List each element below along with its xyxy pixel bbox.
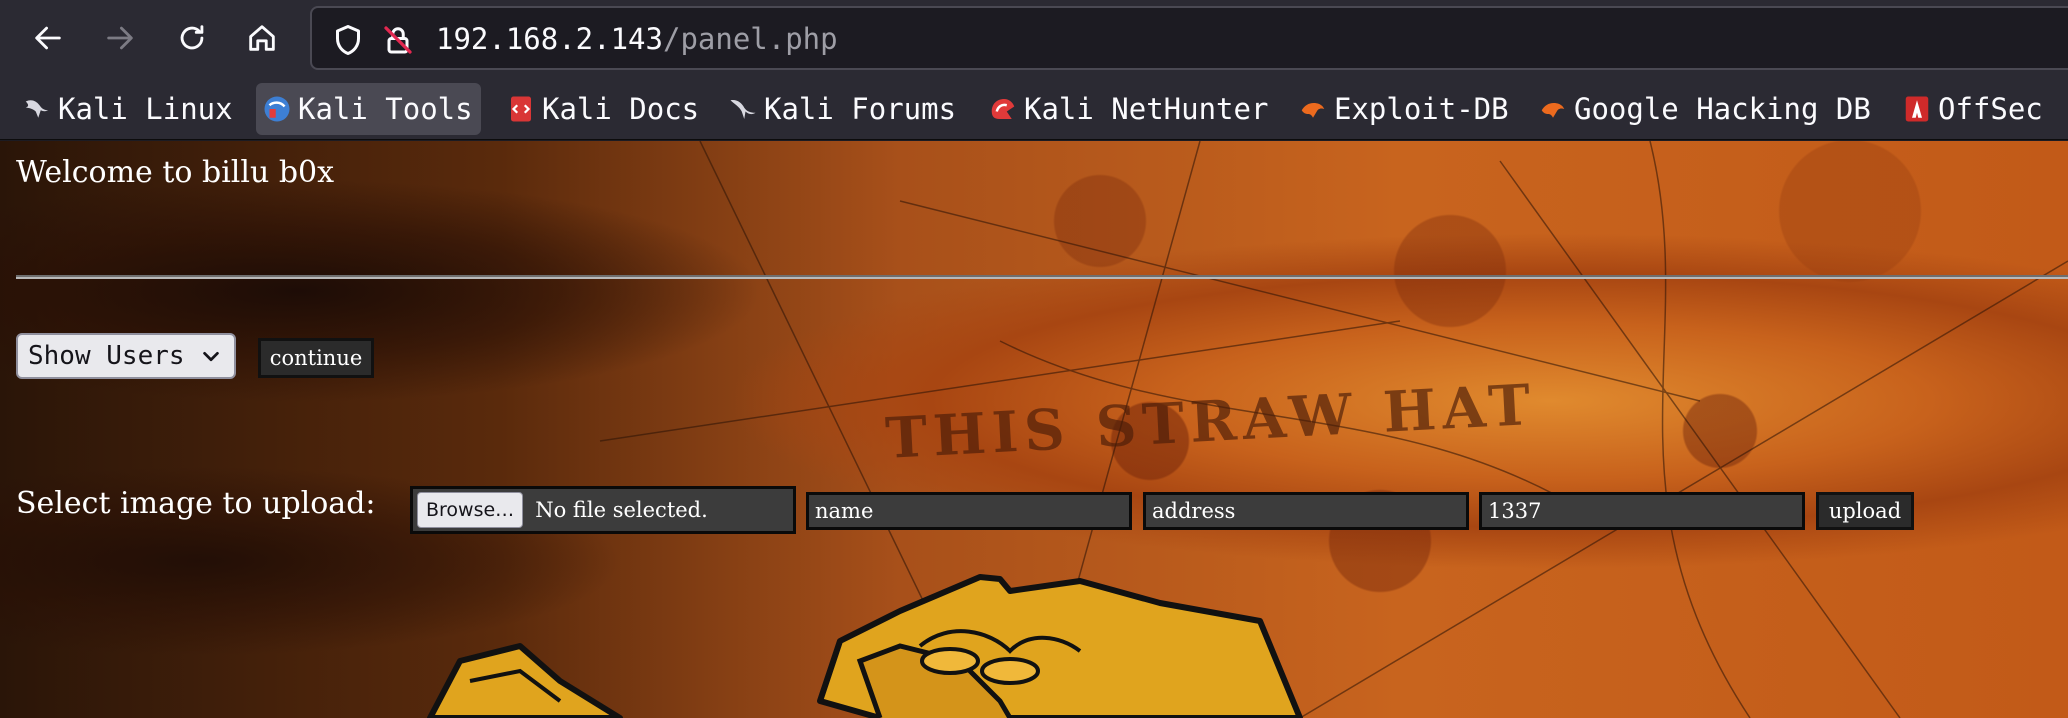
bookmark-kali-nethunter[interactable]: Kali NetHunter	[982, 83, 1276, 135]
background-artwork: THIS STRAW HAT	[427, 141, 2068, 718]
welcome-heading: Welcome to billu b0x	[16, 155, 335, 190]
url-host: 192.168.2.143	[436, 22, 663, 56]
file-input[interactable]: Browse… No file selected.	[410, 486, 796, 534]
exploit-db-icon	[1298, 94, 1328, 124]
offsec-icon	[1902, 94, 1932, 124]
name-field[interactable]	[806, 492, 1132, 530]
kali-dragon-icon	[22, 94, 52, 124]
browse-button[interactable]: Browse…	[417, 492, 524, 528]
reload-button[interactable]	[168, 14, 216, 62]
kali-tools-icon	[262, 94, 292, 124]
bookmark-kali-linux[interactable]: Kali Linux	[16, 83, 241, 135]
bookmark-label: Kali Docs	[542, 92, 700, 126]
shield-icon[interactable]	[330, 22, 366, 58]
forward-button[interactable]	[96, 14, 144, 62]
bookmark-label: Google Hacking DB	[1574, 92, 1871, 126]
home-button[interactable]	[238, 14, 286, 62]
address-field[interactable]	[1143, 492, 1469, 530]
url-path: /panel.php	[662, 22, 838, 56]
bookmark-label: Kali NetHunter	[1024, 92, 1269, 126]
bookmark-kali-tools[interactable]: Kali Tools	[256, 83, 481, 135]
back-button[interactable]	[24, 14, 72, 62]
browser-toolbar: 192.168.2.143/panel.php	[0, 0, 2068, 78]
bookmark-kali-docs[interactable]: Kali Docs	[500, 83, 707, 135]
bookmarks-toolbar: Kali Linux Kali Tools Kali Docs Kali For…	[0, 78, 2068, 140]
horizontal-rule	[16, 275, 2068, 279]
page-content: THIS STRAW HAT Welcome to billu b0x Show…	[0, 141, 2068, 718]
forward-arrow-icon	[107, 26, 133, 50]
bookmark-label: Exploit-DB	[1334, 92, 1509, 126]
bookmark-offsec[interactable]: OffSec	[1896, 83, 2051, 135]
bookmark-kali-forums[interactable]: Kali Forums	[722, 83, 964, 135]
bookmark-label: OffSec	[1938, 92, 2043, 126]
bookmark-label: Kali Linux	[58, 92, 233, 126]
google-hacking-db-icon	[1538, 94, 1568, 124]
kali-docs-icon	[506, 94, 536, 124]
bookmark-google-hacking-db[interactable]: Google Hacking DB	[1532, 83, 1879, 135]
upload-label: Select image to upload:	[16, 486, 376, 521]
chevron-down-icon	[203, 351, 219, 362]
home-icon	[249, 25, 275, 51]
bookmark-label: Kali Forums	[764, 92, 957, 126]
url-text[interactable]: 192.168.2.143/panel.php	[436, 22, 838, 56]
users-select[interactable]: Show Users	[16, 333, 236, 379]
back-arrow-icon	[35, 26, 61, 50]
insecure-lock-icon[interactable]	[380, 22, 416, 58]
reload-icon	[180, 25, 204, 50]
file-status: No file selected.	[535, 498, 708, 522]
continue-button[interactable]: continue	[258, 338, 374, 378]
kali-nethunter-icon	[988, 94, 1018, 124]
kali-forums-icon	[728, 94, 758, 124]
upload-button[interactable]: upload	[1816, 492, 1914, 530]
bookmark-label: Kali Tools	[298, 92, 473, 126]
background-text: THIS STRAW HAT	[884, 372, 1538, 472]
bookmark-exploit-db[interactable]: Exploit-DB	[1292, 83, 1517, 135]
url-bar[interactable]: 192.168.2.143/panel.php	[310, 6, 2068, 70]
id-field[interactable]	[1479, 492, 1805, 530]
users-select-value: Show Users	[28, 341, 185, 371]
